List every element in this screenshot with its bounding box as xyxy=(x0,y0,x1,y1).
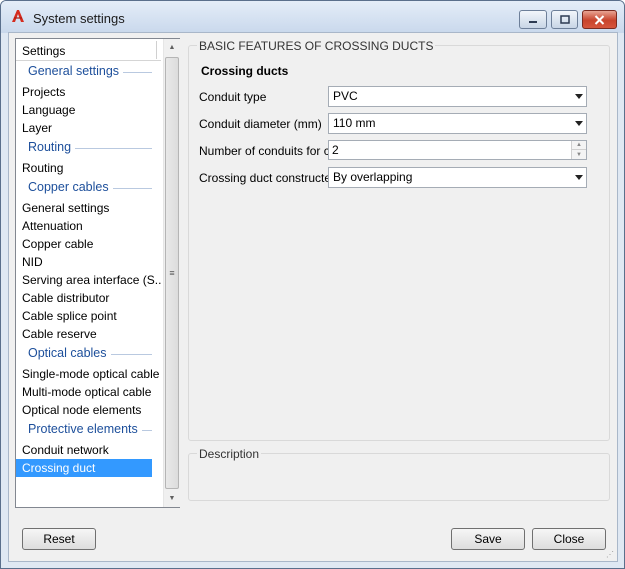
system-settings-window: System settings Settings General setting… xyxy=(0,0,625,569)
tree-item[interactable]: Cable distributor xyxy=(16,289,162,307)
tree-item[interactable]: Projects xyxy=(16,83,162,101)
close-icon xyxy=(594,14,605,25)
tree-item[interactable]: NID xyxy=(16,253,162,271)
tree-item[interactable]: Attenuation xyxy=(16,217,162,235)
close-window-button[interactable] xyxy=(582,10,617,29)
save-button[interactable]: Save xyxy=(451,528,525,550)
tree-item[interactable]: Optical node elements xyxy=(16,401,162,419)
tree-item[interactable]: Cable splice point xyxy=(16,307,162,325)
conduit-type-label: Conduit type xyxy=(199,90,267,104)
tree-item[interactable]: Conduit network xyxy=(16,441,162,459)
tree-group-label: Copper cables xyxy=(28,180,113,194)
column-divider[interactable] xyxy=(156,41,157,59)
tree-group-label: General settings xyxy=(28,64,124,78)
chevron-down-icon xyxy=(575,121,583,126)
maximize-button[interactable] xyxy=(551,10,578,29)
chevron-down-icon xyxy=(575,175,583,180)
tree-item[interactable]: Copper cable xyxy=(16,235,162,253)
tree-group-label: Protective elements xyxy=(28,422,142,436)
settings-tree: Settings General settings Projects Languag… xyxy=(15,38,180,508)
resize-grip-icon[interactable]: ⋰ xyxy=(606,550,616,560)
tree-item[interactable]: General settings xyxy=(16,199,162,217)
num-conduits-label: Number of conduits for crossing xyxy=(199,144,328,158)
scroll-down-arrow-icon[interactable]: ▼ xyxy=(164,490,180,507)
window-title: System settings xyxy=(33,11,125,26)
chevron-down-icon xyxy=(575,94,583,99)
autocad-app-icon xyxy=(12,10,24,22)
constructed-by-select[interactable]: By overlapping xyxy=(328,167,587,188)
tree-group-heading: Optical cables xyxy=(16,343,162,365)
tree-item[interactable]: Multi-mode optical cable xyxy=(16,383,162,401)
tree-group-heading: General settings xyxy=(16,61,162,83)
tree-header: Settings xyxy=(16,39,161,61)
tree-item[interactable]: Crossing duct xyxy=(16,459,152,477)
minimize-button[interactable] xyxy=(519,10,547,29)
description-title: Description xyxy=(197,447,262,461)
close-button[interactable]: Close xyxy=(532,528,606,550)
tree-item[interactable]: Language xyxy=(16,101,162,119)
conduit-type-select[interactable]: PVC xyxy=(328,86,587,107)
num-conduits-value: 2 xyxy=(332,143,339,157)
tree-group-label: Routing xyxy=(28,140,76,154)
basic-features-title: BASIC FEATURES OF CROSSING DUCTS xyxy=(197,39,436,53)
scroll-up-arrow-icon[interactable]: ▲ xyxy=(164,39,180,56)
tree-list: General settings Projects Language Layer Rou… xyxy=(16,61,162,477)
maximize-icon xyxy=(559,15,570,24)
tree-group-heading: Protective elements xyxy=(16,419,162,441)
conduit-type-value: PVC xyxy=(333,89,358,103)
section-title: Crossing ducts xyxy=(201,64,289,78)
tree-group-label: Optical cables xyxy=(28,346,111,360)
tree-item[interactable]: Routing xyxy=(16,159,162,177)
tree-item[interactable]: Single-mode optical cable xyxy=(16,365,162,383)
tree-item[interactable]: Layer xyxy=(16,119,162,137)
tree-item[interactable]: Serving area interface (S... xyxy=(16,271,162,289)
dialog-client-area: Settings General settings Projects Languag… xyxy=(8,32,618,562)
tree-scrollbar[interactable]: ▲ ≡ ▼ xyxy=(163,39,180,507)
tree-group-heading: Copper cables xyxy=(16,177,162,199)
tree-group-heading: Routing xyxy=(16,137,162,159)
stepper-buttons: ▲ ▼ xyxy=(571,141,586,159)
basic-features-group: BASIC FEATURES OF CROSSING DUCTS Crossin… xyxy=(188,39,610,441)
tree-item[interactable]: Cable reserve xyxy=(16,325,162,343)
conduit-diameter-value: 110 mm xyxy=(333,116,376,130)
constructed-by-label: Crossing duct constructed by xyxy=(199,171,328,185)
minimize-icon xyxy=(529,20,537,23)
reset-button[interactable]: Reset xyxy=(22,528,96,550)
conduit-diameter-select[interactable]: 110 mm xyxy=(328,113,587,134)
constructed-by-value: By overlapping xyxy=(333,170,413,184)
num-conduits-stepper[interactable]: 2 ▲ ▼ xyxy=(328,140,587,160)
stepper-down-icon[interactable]: ▼ xyxy=(572,150,586,159)
tree-header-label: Settings xyxy=(22,44,66,58)
scrollbar-thumb[interactable]: ≡ xyxy=(165,57,179,489)
conduit-diameter-label: Conduit diameter (mm) xyxy=(199,117,322,131)
title-bar[interactable]: System settings xyxy=(1,1,624,33)
description-group: Description xyxy=(188,447,610,501)
